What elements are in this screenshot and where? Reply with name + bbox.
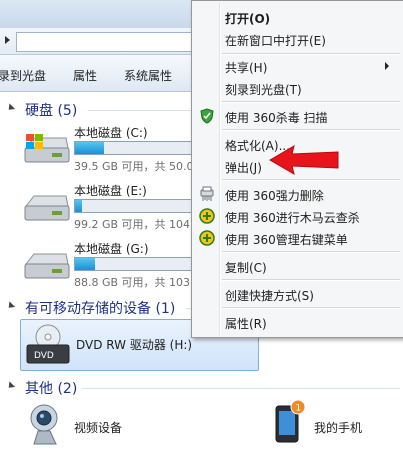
menu-item-open[interactable]: 打开(O) xyxy=(194,6,401,28)
device-name: 视频设备 xyxy=(74,421,123,435)
menu-item-label: 使用 360管理右键菜单 xyxy=(225,233,348,247)
hard-drive-icon xyxy=(24,195,70,221)
device-name: 我的手机 xyxy=(314,421,363,435)
collapse-triangle-icon[interactable] xyxy=(5,103,16,113)
menu-item-label: 使用 360杀毒 扫描 xyxy=(225,111,328,125)
menu-item-label: 共享(H) xyxy=(225,61,268,75)
hard-drive-windows-icon xyxy=(24,134,70,163)
collapse-triangle-icon[interactable] xyxy=(5,381,16,391)
submenu-arrow-icon xyxy=(385,62,389,70)
dvd-drive-icon: DVD xyxy=(26,324,70,364)
menu-item-label: 弹出(J) xyxy=(225,161,262,175)
system-properties-button[interactable]: 系统属性 xyxy=(124,67,172,84)
menu-separator xyxy=(222,307,400,309)
drive-free-space: 99.2 GB 可用，共 104 xyxy=(74,218,191,231)
chevron-right-icon[interactable] xyxy=(5,36,10,44)
drive-usage-fill xyxy=(75,142,105,154)
properties-button[interactable]: 属性 xyxy=(73,67,97,84)
menu-separator xyxy=(222,129,400,131)
shredder-icon xyxy=(200,186,214,201)
menu-item-share[interactable]: 共享(H) xyxy=(194,55,401,77)
notification-badge: 1 xyxy=(296,404,302,414)
my-phone[interactable]: 1 我的手机 xyxy=(272,399,402,452)
divider xyxy=(82,388,400,389)
menu-item-label: 打开(O) xyxy=(225,12,271,26)
smartphone-icon: 1 xyxy=(275,399,306,443)
menu-item-open-new-window[interactable]: 在新窗口中打开(E) xyxy=(194,28,401,50)
video-device[interactable]: 视频设备 xyxy=(24,402,174,452)
menu-item-label: 在新窗口中打开(E) xyxy=(225,34,326,48)
section-header-other[interactable]: 其他 (2) xyxy=(0,376,403,398)
menu-item-360-scan[interactable]: 使用 360杀毒 扫描 xyxy=(194,105,401,127)
shield-icon xyxy=(200,108,214,124)
menu-item-360-force-delete[interactable]: 使用 360强力删除 xyxy=(194,183,401,205)
menu-item-copy[interactable]: 复制(C) xyxy=(194,255,401,277)
section-title: 有可移动存储的设备 (1) xyxy=(25,301,176,317)
dvd-logo-text: DVD xyxy=(34,351,54,361)
divider xyxy=(88,110,198,111)
plus-circle-icon xyxy=(199,230,215,246)
drive-free-space: 88.8 GB 可用，共 103 xyxy=(74,276,191,289)
menu-item-label: 刻录到光盘(T) xyxy=(225,83,302,97)
collapse-triangle-icon[interactable] xyxy=(5,301,16,311)
section-title: 硬盘 (5) xyxy=(25,103,78,119)
menu-item-label: 复制(C) xyxy=(225,261,267,275)
drive-name: 本地磁盘 (E:) xyxy=(74,184,147,198)
hard-drive-icon xyxy=(24,253,70,279)
menu-separator xyxy=(222,101,400,103)
webcam-icon xyxy=(30,404,58,445)
menu-item-360-trojan-scan[interactable]: 使用 360进行木马云查杀 xyxy=(194,205,401,227)
section-title: 其他 (2) xyxy=(25,381,78,397)
drive-usage-fill xyxy=(75,258,95,270)
dvd-drive-name: DVD RW 驱动器 (H:) xyxy=(76,338,193,352)
menu-item-create-shortcut[interactable]: 创建快捷方式(S) xyxy=(194,283,401,305)
menu-item-label: 使用 360强力删除 xyxy=(225,189,324,203)
plus-circle-icon xyxy=(199,208,215,224)
drive-free-space: 39.5 GB 可用，共 50.0 xyxy=(74,160,194,173)
menu-item-label: 创建快捷方式(S) xyxy=(225,289,314,303)
red-arrow-annotation-icon xyxy=(269,144,339,176)
drive-name: 本地磁盘 (G:) xyxy=(74,242,149,256)
burn-button[interactable]: 录到光盘 xyxy=(0,67,46,84)
menu-separator xyxy=(222,179,400,181)
drive-usage-fill xyxy=(75,200,82,212)
menu-item-360-manage-menu[interactable]: 使用 360管理右键菜单 xyxy=(194,227,401,249)
menu-separator xyxy=(222,279,400,281)
drive-name: 本地磁盘 (C:) xyxy=(74,126,148,140)
menu-item-burn[interactable]: 刻录到光盘(T) xyxy=(194,77,401,99)
menu-item-properties[interactable]: 属性(R) xyxy=(194,311,401,333)
menu-separator xyxy=(222,251,400,253)
menu-item-label: 属性(R) xyxy=(225,317,267,331)
menu-item-label: 使用 360进行木马云查杀 xyxy=(225,211,360,225)
